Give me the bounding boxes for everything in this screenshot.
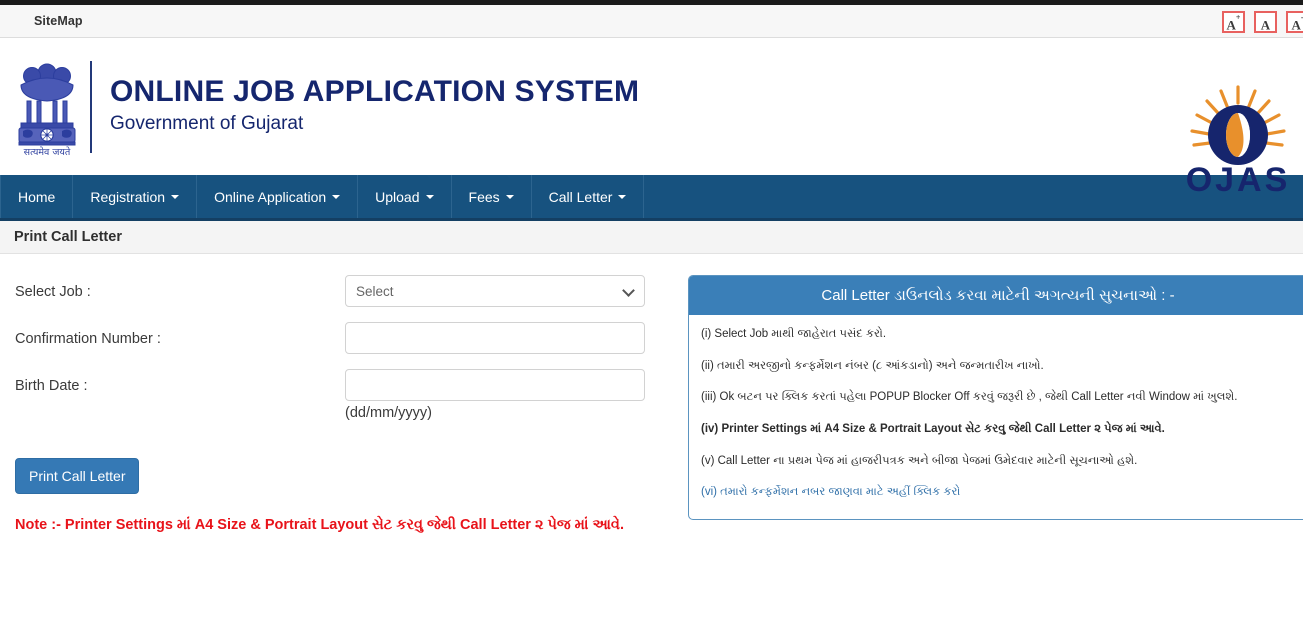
confirmation-number-row: Confirmation Number :	[15, 322, 688, 354]
decrease-font-size-button[interactable]: A-	[1286, 11, 1303, 33]
confirmation-number-input[interactable]	[345, 322, 645, 354]
instruction-item-2: (ii) તમારી અરજીનો કન્ફર્મેશન નંબર (૮ આંક…	[701, 359, 1044, 372]
select-job-row: Select Job : Select	[15, 275, 688, 307]
birth-date-label: Birth Date :	[15, 378, 88, 394]
printer-settings-note: Note :- Printer Settings માં A4 Size & P…	[15, 517, 624, 533]
nav-label-call-letter: Call Letter	[548, 188, 613, 205]
instruction-item-6-link[interactable]: (vi) તમારો કન્ફર્મેશન નબર જાણવા માટે અહી…	[701, 484, 1295, 501]
nav-label-fees: Fees	[468, 188, 500, 205]
chevron-down-icon	[425, 194, 434, 199]
nav-label-online-application: Online Application	[214, 188, 327, 205]
form-column: Select Job : Select Confirmation Number …	[0, 275, 688, 630]
instruction-item-1: (i) Select Job માથી જાહેરાત પસંદ કરો.	[701, 328, 887, 340]
page-title-band: Print Call Letter	[0, 221, 1303, 254]
sitemap-link[interactable]: SiteMap	[34, 14, 83, 28]
site-subtitle: Government of Gujarat	[110, 113, 304, 135]
select-job-field-col: Select	[345, 275, 645, 307]
instructions-column: Call Letter ડાઉનલોડ કરવા માટેની અગત્યની …	[688, 275, 1303, 630]
decrease-font-size-label: A	[1291, 17, 1301, 33]
nav-item-online-application[interactable]: Online Application	[197, 175, 359, 218]
birth-date-field-col: (dd/mm/yyyy)	[345, 369, 645, 421]
nav-label-registration: Registration	[90, 188, 166, 205]
instruction-item-5: (v) Call Letter ના પ્રથમ પેજ માં હાજરીપત…	[701, 454, 1138, 467]
instructions-panel-heading: Call Letter ડાઉનલોડ કરવા માટેની અગત્યની …	[689, 276, 1303, 315]
select-job-wrap: Select	[345, 275, 645, 307]
nav-item-fees[interactable]: Fees	[452, 175, 532, 218]
nav-label-home: Home	[18, 188, 56, 205]
nav-item-home[interactable]: Home	[0, 175, 74, 218]
increase-font-size-label: A	[1226, 17, 1236, 33]
masthead: सत्यमेव जयते ONLINE JOB APPLICATION SYST…	[0, 38, 1303, 199]
chevron-down-icon	[618, 194, 627, 199]
select-job-dropdown[interactable]: Select	[345, 275, 645, 307]
ojas-logo-icon: OJAS	[1186, 85, 1291, 199]
birth-date-format-hint: (dd/mm/yyyy)	[345, 405, 432, 421]
chevron-down-icon	[171, 194, 180, 199]
national-emblem-wrap: सत्यमेव जयते	[8, 47, 86, 167]
main-content: Select Job : Select Confirmation Number …	[0, 254, 1303, 630]
chevron-down-icon	[505, 194, 514, 199]
instruction-item-4: (iv) Printer Settings માં A4 Size & Port…	[701, 423, 1165, 436]
instructions-panel: Call Letter ડાઉનલોડ કરવા માટેની અગત્યની …	[688, 275, 1303, 521]
increase-font-size-sup: +	[1235, 13, 1241, 22]
instructions-panel-body: (i) Select Job માથી જાહેરાત પસંદ કરો. (i…	[689, 315, 1303, 519]
normal-font-size-button[interactable]: A	[1254, 11, 1277, 33]
masthead-divider	[90, 60, 92, 153]
site-title: ONLINE JOB APPLICATION SYSTEM	[110, 74, 640, 108]
instruction-item-3: (iii) Ok બટન પર ક્લિક કરતાં પહેલા POPUP …	[701, 391, 1238, 404]
nav-item-call-letter[interactable]: Call Letter	[532, 175, 645, 218]
birth-date-row: Birth Date : (dd/mm/yyyy)	[15, 369, 688, 421]
font-size-controls: A+ A A-	[1222, 11, 1303, 33]
select-job-label: Select Job :	[15, 284, 91, 300]
emblem-motto: सत्यमेव जयते	[24, 146, 71, 157]
ashoka-emblem-icon: सत्यमेव जयते	[18, 63, 76, 157]
chevron-down-icon	[332, 194, 341, 199]
page-title: Print Call Letter	[14, 229, 122, 245]
utility-bar: SiteMap A+ A A-	[0, 5, 1303, 38]
nav-item-registration[interactable]: Registration	[73, 175, 198, 218]
ojas-logo-text: OJAS	[1186, 161, 1291, 199]
masthead-title-block: ONLINE JOB APPLICATION SYSTEM Government…	[110, 74, 640, 137]
birth-date-input[interactable]	[345, 369, 645, 401]
nav-label-upload: Upload	[375, 188, 420, 205]
confirmation-number-field-col	[345, 322, 645, 354]
print-call-letter-button[interactable]: Print Call Letter	[15, 458, 140, 494]
main-navigation: Home Registration Online Application Upl…	[0, 175, 1303, 221]
increase-font-size-button[interactable]: A+	[1222, 11, 1245, 33]
nav-item-upload[interactable]: Upload	[358, 175, 452, 218]
confirmation-number-label: Confirmation Number :	[15, 331, 161, 347]
normal-font-size-label: A	[1260, 17, 1271, 33]
